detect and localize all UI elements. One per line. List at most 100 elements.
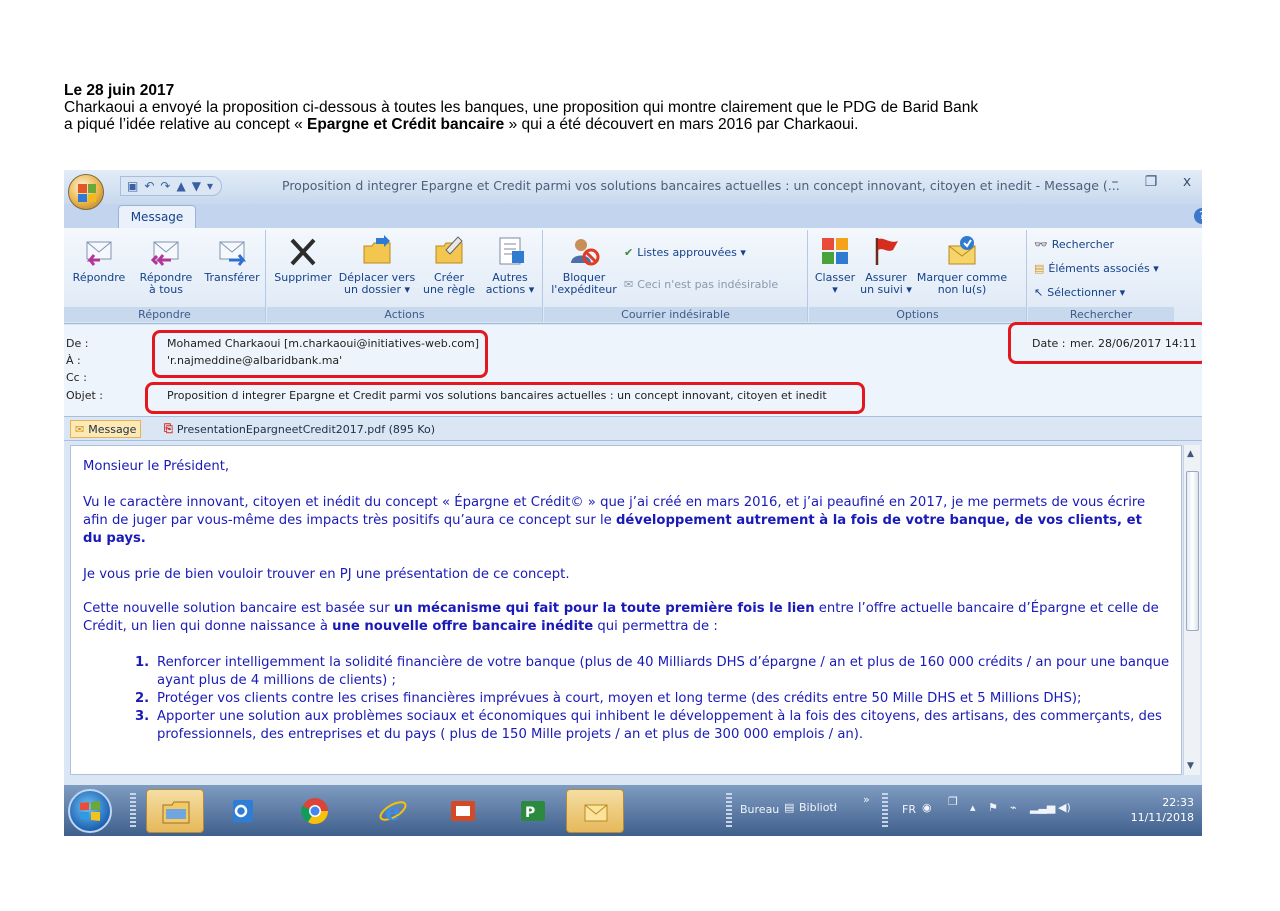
flag-icon: [875, 238, 898, 265]
safe-lists-icon: ✔: [624, 246, 634, 259]
follow-up-button[interactable]: Assurer un suivi ▾: [859, 234, 913, 296]
scroll-thumb[interactable]: [1186, 471, 1199, 631]
undo-icon[interactable]: ↶: [144, 179, 154, 193]
outlook-window: ▣ ↶ ↷ ▲ ▼ ▾ Proposition d integrer Eparg…: [64, 170, 1202, 836]
restore-tray-icon[interactable]: ❐: [948, 795, 958, 808]
not-junk-label: Ceci n'est pas indésirable: [637, 278, 779, 291]
toolbar-chevron[interactable]: »: [863, 793, 870, 806]
delete-button[interactable]: Supprimer: [271, 234, 335, 284]
cursor-icon: ↖: [1034, 286, 1044, 299]
to-label: À :: [66, 354, 81, 367]
block-sender-label-2: l'expéditeur: [551, 283, 617, 296]
block-sender-icon: [571, 239, 600, 266]
forward-icon: [219, 241, 247, 266]
safe-lists-button[interactable]: ✔ Listes approuvées ▾: [624, 246, 746, 259]
move-label-2: un dossier ▾: [344, 283, 410, 296]
subject-label: Objet :: [66, 389, 103, 402]
create-rule-button[interactable]: Créer une règle: [417, 234, 481, 296]
group-search-label: Rechercher: [1028, 307, 1174, 322]
outlook-message-icon: [584, 804, 608, 822]
action-center-flag-icon[interactable]: ⚑: [988, 801, 998, 814]
group-repondre-label: Répondre: [64, 307, 265, 322]
network-signal-icon[interactable]: ▂▃▅: [1030, 801, 1055, 814]
redo-icon[interactable]: ↷: [160, 179, 170, 193]
message-attachment-tab[interactable]: ✉ Message: [70, 420, 142, 438]
list-item-text: Protéger vos clients contre les crises f…: [157, 691, 1082, 706]
customize-qat-icon[interactable]: ▾: [207, 179, 213, 193]
other-actions-button[interactable]: Autres actions ▾: [481, 234, 539, 296]
start-button[interactable]: [68, 789, 112, 833]
select-button[interactable]: ↖ Sélectionner ▾: [1034, 286, 1125, 299]
pdf-icon: ⎘: [164, 422, 173, 435]
clock[interactable]: 22:33 11/11/2018: [1131, 795, 1194, 825]
pdf-attachment[interactable]: ⎘ PresentationEpargneetCredit2017.pdf (8…: [160, 420, 439, 438]
reply-all-button[interactable]: Répondre à tous: [130, 234, 202, 296]
scroll-up-icon[interactable]: ▲: [1187, 449, 1194, 459]
taskbar-powerpoint-app[interactable]: [434, 789, 492, 833]
greeting: Monsieur le Président,: [83, 459, 230, 474]
reply-button[interactable]: Répondre: [68, 234, 130, 284]
forward-label: Transférer: [204, 271, 260, 284]
group-actions: Supprimer Déplacer vers un dossier ▾ Cré…: [267, 230, 543, 322]
binoculars-icon: 👓: [1034, 238, 1048, 251]
office-button[interactable]: [68, 174, 104, 210]
taskbar-explorer[interactable]: [146, 789, 204, 833]
save-icon[interactable]: ▣: [127, 179, 138, 193]
volume-icon[interactable]: ◀): [1058, 801, 1071, 814]
list-item-number: 3.: [135, 709, 150, 724]
tab-message[interactable]: Message: [118, 205, 196, 228]
taskbar-outlook-message[interactable]: [566, 789, 624, 833]
intro-line-2-post: » qui a été découvert en mars 2016 par C…: [504, 116, 859, 133]
close-button[interactable]: x: [1176, 174, 1198, 190]
related-items-icon: ▤: [1034, 262, 1045, 275]
taskbar-chrome[interactable]: [286, 789, 344, 833]
taskbar-outlook-folder[interactable]: [214, 789, 272, 833]
toolbar-bibliotheques[interactable]: Bibliotł: [799, 801, 837, 814]
mark-unread-button[interactable]: Marquer comme non lu(s): [915, 234, 1009, 296]
group-options: Classer ▾ Assurer un suivi ▾ Marquer com…: [809, 230, 1027, 322]
help-tray-icon[interactable]: ◉: [922, 801, 932, 814]
taskbar-internet-explorer[interactable]: e: [364, 789, 422, 833]
toolbar-bureau[interactable]: Bureau: [740, 803, 779, 816]
message-body[interactable]: Monsieur le Président, Vu le caractère i…: [70, 445, 1182, 775]
other-actions-icon: [499, 237, 524, 265]
list-item-text: Renforcer intelligemment la solidité fin…: [157, 655, 1170, 688]
title-bar: ▣ ↶ ↷ ▲ ▼ ▾ Proposition d integrer Eparg…: [64, 170, 1202, 204]
outlook-icon: [233, 800, 253, 822]
classify-button[interactable]: Classer ▾: [811, 234, 859, 296]
show-hidden-icons-icon[interactable]: ▴: [970, 801, 976, 814]
restore-button[interactable]: ❐: [1140, 174, 1162, 190]
minimize-button[interactable]: –: [1104, 174, 1126, 190]
chrome-icon: [301, 798, 329, 825]
taskbar-project[interactable]: P: [504, 789, 562, 833]
group-options-label: Options: [809, 307, 1026, 322]
highlight-box-sender: [152, 330, 488, 378]
office-logo-icon: [78, 184, 96, 202]
find-button[interactable]: 👓 Rechercher: [1034, 238, 1114, 251]
not-junk-button[interactable]: ✉ Ceci n'est pas indésirable: [624, 278, 778, 291]
language-indicator[interactable]: FR: [902, 803, 916, 816]
ribbon: Répondre Répondre à tous Transférer Répo…: [64, 228, 1202, 324]
create-rule-label-2: une règle: [422, 283, 476, 296]
svg-text:e: e: [385, 797, 400, 826]
next-item-icon[interactable]: ▼: [192, 179, 201, 193]
move-to-folder-button[interactable]: Déplacer vers un dossier ▾: [337, 234, 417, 296]
previous-item-icon[interactable]: ▲: [176, 179, 185, 193]
power-icon[interactable]: ⌁: [1010, 801, 1017, 814]
clock-date: 11/11/2018: [1130, 811, 1194, 824]
scroll-down-icon[interactable]: ▼: [1187, 761, 1194, 771]
reply-all-label-2: à tous: [149, 283, 183, 296]
related-items-button[interactable]: ▤ Éléments associés ▾: [1034, 262, 1159, 275]
paragraph-3-a: Cette nouvelle solution bancaire est bas…: [83, 601, 394, 616]
vertical-scrollbar[interactable]: ▲ ▼: [1183, 445, 1200, 775]
forward-button[interactable]: Transférer: [202, 234, 262, 284]
window-title: Proposition d integrer Epargne et Credit…: [282, 178, 1120, 193]
block-sender-button[interactable]: Bloquer l'expéditeur: [548, 234, 620, 296]
help-icon[interactable]: ?: [1194, 208, 1202, 224]
list-item-number: 2.: [135, 691, 150, 706]
mark-unread-label-2: non lu(s): [937, 283, 987, 296]
from-label: De :: [66, 337, 89, 350]
explorer-folder-icon: [162, 801, 190, 824]
delete-x-icon: [290, 238, 316, 266]
paragraph-3: Cette nouvelle solution bancaire est bas…: [83, 600, 1163, 636]
